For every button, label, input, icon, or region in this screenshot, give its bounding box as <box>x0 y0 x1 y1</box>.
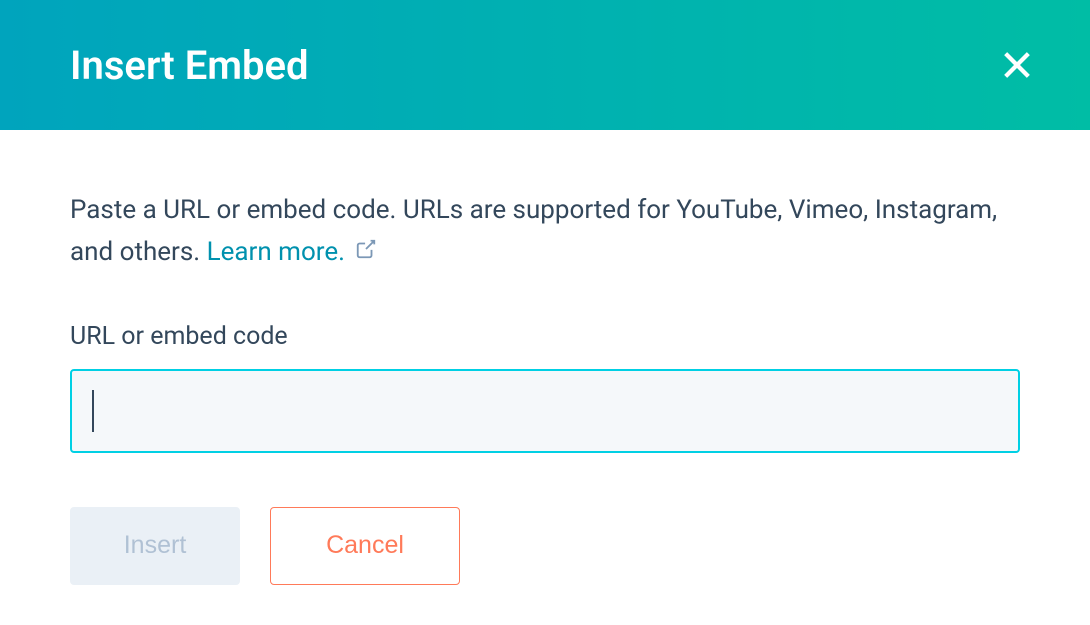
modal-header: Insert Embed <box>0 0 1090 130</box>
embed-field-label: URL or embed code <box>70 322 1020 351</box>
modal-title: Insert Embed <box>70 42 309 89</box>
description-text: Paste a URL or embed code. URLs are supp… <box>70 190 1020 274</box>
cancel-button[interactable]: Cancel <box>270 507 460 585</box>
modal-body: Paste a URL or embed code. URLs are supp… <box>0 130 1090 625</box>
insert-button[interactable]: Insert <box>70 507 240 585</box>
learn-more-link[interactable]: Learn more. <box>207 237 345 267</box>
close-button[interactable] <box>994 42 1040 88</box>
button-row: Insert Cancel <box>70 507 1020 585</box>
embed-input-wrapper <box>70 369 1020 453</box>
close-icon <box>1000 48 1034 82</box>
external-link-icon <box>355 232 377 274</box>
embed-input[interactable] <box>70 369 1020 453</box>
text-cursor <box>92 390 94 432</box>
